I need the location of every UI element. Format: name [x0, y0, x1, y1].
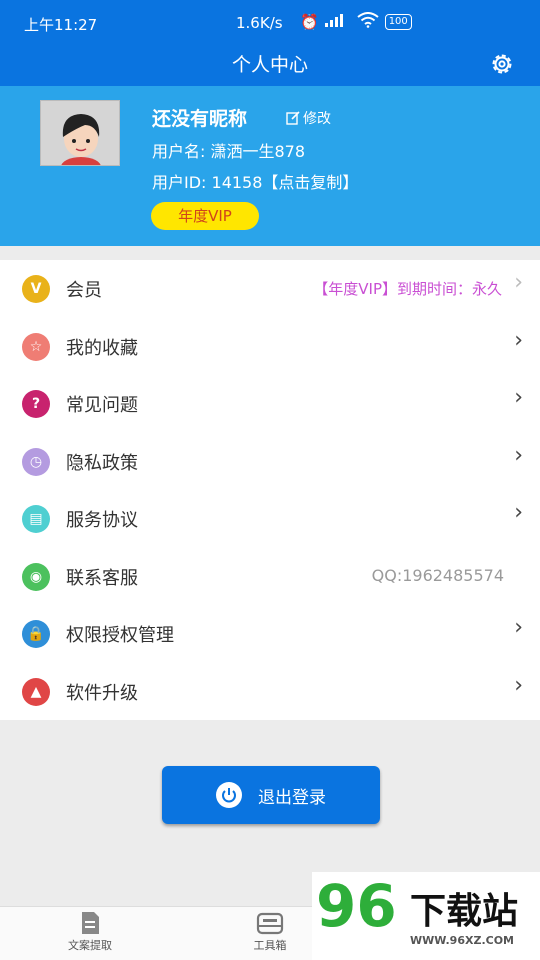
menu-label: 常见问题	[66, 395, 138, 416]
network-speed: 1.6K/s	[236, 14, 283, 32]
chevron-right-icon: ›	[514, 270, 523, 295]
logout-button[interactable]: 退出登录	[162, 766, 380, 824]
edit-icon	[286, 111, 300, 125]
tab-text-extract[interactable]: 文案提取	[45, 911, 135, 953]
menu-item-faq[interactable]: ? 常见问题 ›	[0, 375, 540, 433]
title-bar: 个人中心	[0, 44, 540, 86]
watermark-logo: 96 下载站 WWW.96XZ.COM	[312, 872, 540, 960]
status-time: 上午11:27	[24, 16, 98, 34]
clock-icon: ◷	[22, 447, 50, 476]
menu-label: 我的收藏	[66, 337, 138, 359]
tab-toolbox[interactable]: 工具箱	[225, 911, 315, 953]
menu-item-privacy[interactable]: ◷ 隐私政策 ›	[0, 433, 540, 491]
toolbox-icon	[256, 912, 284, 935]
menu-item-membership[interactable]: V 会员 【年度VIP】到期时间：永久 ›	[0, 260, 540, 318]
gear-icon[interactable]	[488, 50, 516, 78]
chat-icon: ◉	[22, 562, 50, 591]
tab-label: 文案提取	[68, 939, 112, 952]
membership-expiry: 【年度VIP】到期时间：永久	[313, 280, 502, 298]
chevron-right-icon: ›	[514, 500, 523, 525]
star-icon: ☆	[22, 332, 50, 361]
watermark-text: 下载站	[410, 891, 519, 932]
avatar[interactable]	[40, 100, 120, 166]
username: 用户名: 潇洒一生878	[152, 142, 306, 161]
chevron-right-icon: ›	[514, 442, 523, 468]
menu-label: 联系客服	[66, 567, 138, 589]
lock-icon: 🔒	[22, 620, 50, 648]
question-icon: ?	[22, 390, 50, 418]
menu-label: 服务协议	[66, 510, 138, 531]
wifi-icon	[357, 12, 379, 32]
status-bar: 上午11:27 1.6K/s ⏰ 100	[0, 0, 540, 44]
nickname: 还没有昵称	[152, 108, 248, 130]
menu-label: 权限授权管理	[66, 625, 174, 646]
user-id-copy[interactable]: 用户ID: 14158【点击复制】	[152, 169, 358, 193]
chevron-right-icon: ›	[514, 672, 523, 698]
menu-item-permissions[interactable]: 🔒 权限授权管理 ›	[0, 605, 540, 663]
vip-badge: 年度VIP	[151, 202, 259, 230]
document-icon: ▤	[22, 505, 50, 533]
tab-label: 工具箱	[253, 939, 287, 952]
chevron-right-icon: ›	[514, 385, 523, 410]
v-icon: V	[22, 275, 50, 303]
alarm-icon: ⏰	[300, 13, 319, 31]
edit-nickname-button[interactable]: 修改	[286, 108, 331, 128]
page-title: 个人中心	[231, 54, 308, 76]
signal-icon	[324, 13, 351, 31]
chevron-right-icon: ›	[514, 615, 523, 640]
menu-label: 软件升级	[66, 682, 138, 704]
menu-item-service-agreement[interactable]: ▤ 服务协议 ›	[0, 490, 540, 548]
menu-label: 会员	[66, 280, 102, 301]
status-icons: ⏰ 100	[300, 12, 412, 32]
settings-menu: V 会员 【年度VIP】到期时间：永久 › ☆ 我的收藏 › ? 常见问题 › …	[0, 260, 540, 720]
menu-item-contact[interactable]: ◉ 联系客服 QQ:1962485574	[0, 548, 540, 606]
document-icon	[82, 912, 99, 934]
menu-label: 隐私政策	[66, 452, 138, 474]
menu-item-favorites[interactable]: ☆ 我的收藏 ›	[0, 318, 540, 376]
rocket-icon: ▲	[22, 677, 50, 706]
watermark-number: 96	[316, 872, 397, 940]
battery-indicator: 100	[384, 14, 412, 30]
watermark-url: WWW.96XZ.COM	[410, 934, 514, 947]
menu-item-upgrade[interactable]: ▲ 软件升级 ›	[0, 663, 540, 721]
edit-label: 修改	[303, 111, 331, 127]
qq-number: QQ:1962485574	[371, 565, 504, 585]
power-icon	[216, 782, 242, 808]
profile-card: 还没有昵称 修改 用户名: 潇洒一生878 用户ID: 14158【点击复制】 …	[0, 86, 540, 246]
logout-label: 退出登录	[258, 788, 326, 808]
chevron-right-icon: ›	[514, 327, 523, 353]
